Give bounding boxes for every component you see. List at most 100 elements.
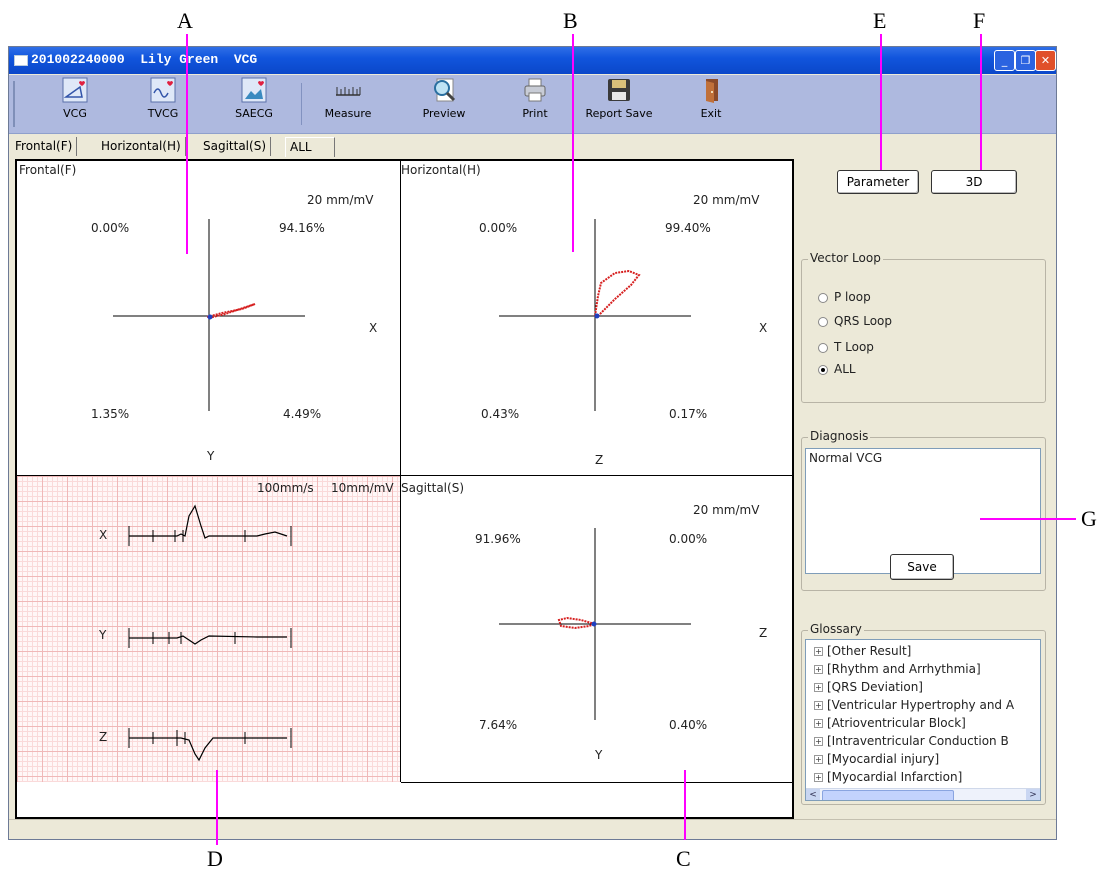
- lead-y-trace: [128, 628, 292, 648]
- scroll-right-button[interactable]: >: [1026, 789, 1040, 800]
- expand-icon[interactable]: +: [814, 773, 823, 782]
- radio-qrs-loop[interactable]: QRS Loop: [818, 314, 892, 328]
- callout-line-a: [186, 34, 188, 254]
- saecg-icon: [241, 77, 267, 103]
- status-bar: [9, 819, 1056, 839]
- expand-icon[interactable]: +: [814, 665, 823, 674]
- glossary-title: Glossary: [808, 622, 864, 636]
- expand-icon[interactable]: +: [814, 683, 823, 692]
- expand-icon[interactable]: +: [814, 719, 823, 728]
- glossary-item[interactable]: + [Atrioventricular Block]: [814, 716, 966, 730]
- title-bar[interactable]: 201002240000 Lily Green VCG _ ❐ ✕: [9, 47, 1056, 74]
- toolbar-tvcg-button[interactable]: TVCG: [141, 77, 185, 120]
- magnifier-icon: [431, 77, 457, 103]
- tab-frontal[interactable]: Frontal(F): [11, 137, 78, 156]
- radio-indicator: [818, 342, 828, 353]
- tab-sagittal[interactable]: Sagittal(S): [199, 137, 271, 156]
- toolbar-label: Measure: [324, 107, 372, 120]
- callout-b: B: [563, 8, 578, 33]
- radio-label: T Loop: [834, 340, 874, 354]
- toolbar-vcg-button[interactable]: VCG: [53, 77, 97, 120]
- tvcg-icon: [150, 77, 176, 103]
- ruler-icon: [335, 77, 361, 103]
- radio-indicator: [818, 364, 828, 375]
- frontal-panel: Frontal(F) 20 mm/mV 0.00% 94.16% 1.35% 4…: [17, 161, 401, 476]
- glossary-item[interactable]: + [Other Result]: [814, 644, 911, 658]
- glossary-item[interactable]: + [QRS Deviation]: [814, 680, 923, 694]
- toolbar-label: VCG: [63, 107, 87, 120]
- loop-origin-marker: [594, 313, 600, 319]
- tab-all[interactable]: ALL: [285, 137, 335, 157]
- callout-f: F: [973, 8, 986, 33]
- glossary-item[interactable]: + [Myocardial Infarction]: [814, 770, 962, 784]
- radio-label: ALL: [834, 362, 856, 376]
- glossary-item-label: [Intraventricular Conduction B: [827, 734, 1009, 748]
- glossary-tree[interactable]: + [Other Result] + [Rhythm and Arrhythmia]…: [805, 639, 1041, 801]
- callout-c: C: [676, 846, 691, 871]
- radio-indicator: [818, 292, 828, 303]
- toolbar-separator: [301, 83, 302, 125]
- callout-line-c: [684, 770, 686, 840]
- radio-label: P loop: [834, 290, 871, 304]
- ecg-waveforms: [128, 504, 292, 762]
- glossary-item[interactable]: + [Intraventricular Conduction B: [814, 734, 1009, 748]
- sagittal-vector-loop: [557, 616, 596, 630]
- expand-icon[interactable]: +: [814, 737, 823, 746]
- app-icon: [14, 55, 28, 66]
- loop-origin-marker: [207, 314, 213, 320]
- minimize-button[interactable]: _: [994, 50, 1015, 71]
- radio-all[interactable]: ALL: [818, 362, 856, 376]
- toolbar-label: Preview: [422, 107, 466, 120]
- tab-horizontal[interactable]: Horizontal(H): [97, 137, 186, 156]
- callout-line-e: [880, 34, 882, 170]
- view-tabs: Frontal(F) Horizontal(H) Sagittal(S) ALL: [9, 135, 1056, 157]
- toolbar-saecg-button[interactable]: SAECG: [229, 77, 279, 120]
- horizontal-loop-plot: [499, 219, 691, 411]
- radio-t-loop[interactable]: T Loop: [818, 340, 874, 354]
- close-button[interactable]: ✕: [1035, 50, 1056, 71]
- toolbar-label: Exit: [700, 107, 722, 120]
- glossary-item[interactable]: + [Rhythm and Arrhythmia]: [814, 662, 981, 676]
- toolbar-preview-button[interactable]: Preview: [419, 77, 469, 120]
- toolbar-label: Report Save: [585, 107, 653, 120]
- frontal-loop-plot: [113, 219, 305, 411]
- vcg-icon: [62, 77, 88, 103]
- radio-label: QRS Loop: [834, 314, 892, 328]
- glossary-item[interactable]: + [Ventricular Hypertrophy and A: [814, 698, 1014, 712]
- parameter-button[interactable]: Parameter: [837, 170, 919, 194]
- expand-icon[interactable]: +: [814, 701, 823, 710]
- callout-line-g: [980, 518, 1076, 520]
- floppy-disk-icon: [606, 77, 632, 103]
- glossary-item-label: [Ventricular Hypertrophy and A: [827, 698, 1015, 712]
- callout-e: E: [873, 8, 887, 33]
- toolbar-exit-button[interactable]: Exit: [693, 77, 729, 120]
- sagittal-panel: Sagittal(S) 20 mm/mV 91.96% 0.00% 7.64% …: [401, 476, 792, 783]
- lead-z-trace: [128, 728, 292, 762]
- glossary-group: Glossary + [Other Result] + [Rhythm and Ar…: [801, 622, 1046, 805]
- callout-line-d: [216, 770, 218, 845]
- scrollbar-thumb[interactable]: [822, 790, 954, 800]
- toolbar-report-save-button[interactable]: Report Save: [583, 77, 655, 120]
- vector-loop-group: Vector Loop P loop QRS Loop T Loop ALL: [801, 251, 1046, 403]
- toolbar-label: Print: [522, 107, 548, 120]
- toolbar-label: TVCG: [147, 107, 179, 120]
- window-title: 201002240000 Lily Green VCG: [31, 52, 258, 67]
- save-button[interactable]: Save: [890, 554, 954, 580]
- glossary-item[interactable]: + [Myocardial injury]: [814, 752, 939, 766]
- vector-loop-title: Vector Loop: [808, 251, 883, 265]
- glossary-item-label: [Other Result]: [827, 644, 912, 658]
- glossary-item-label: [Myocardial injury]: [827, 752, 940, 766]
- callout-d: D: [207, 846, 223, 871]
- toolbar-print-button[interactable]: Print: [515, 77, 555, 120]
- scroll-left-button[interactable]: <: [806, 789, 820, 800]
- radio-p-loop[interactable]: P loop: [818, 290, 871, 304]
- horizontal-vector-loop: [594, 269, 641, 318]
- restore-button[interactable]: ❐: [1015, 50, 1036, 71]
- expand-icon[interactable]: +: [814, 647, 823, 656]
- horizontal-scrollbar[interactable]: < >: [806, 788, 1040, 800]
- 3d-button[interactable]: 3D: [931, 170, 1017, 194]
- diagnosis-text: Normal VCG: [809, 451, 883, 465]
- sagittal-loop-plot: [499, 528, 691, 720]
- expand-icon[interactable]: +: [814, 755, 823, 764]
- toolbar-measure-button[interactable]: Measure: [323, 77, 373, 120]
